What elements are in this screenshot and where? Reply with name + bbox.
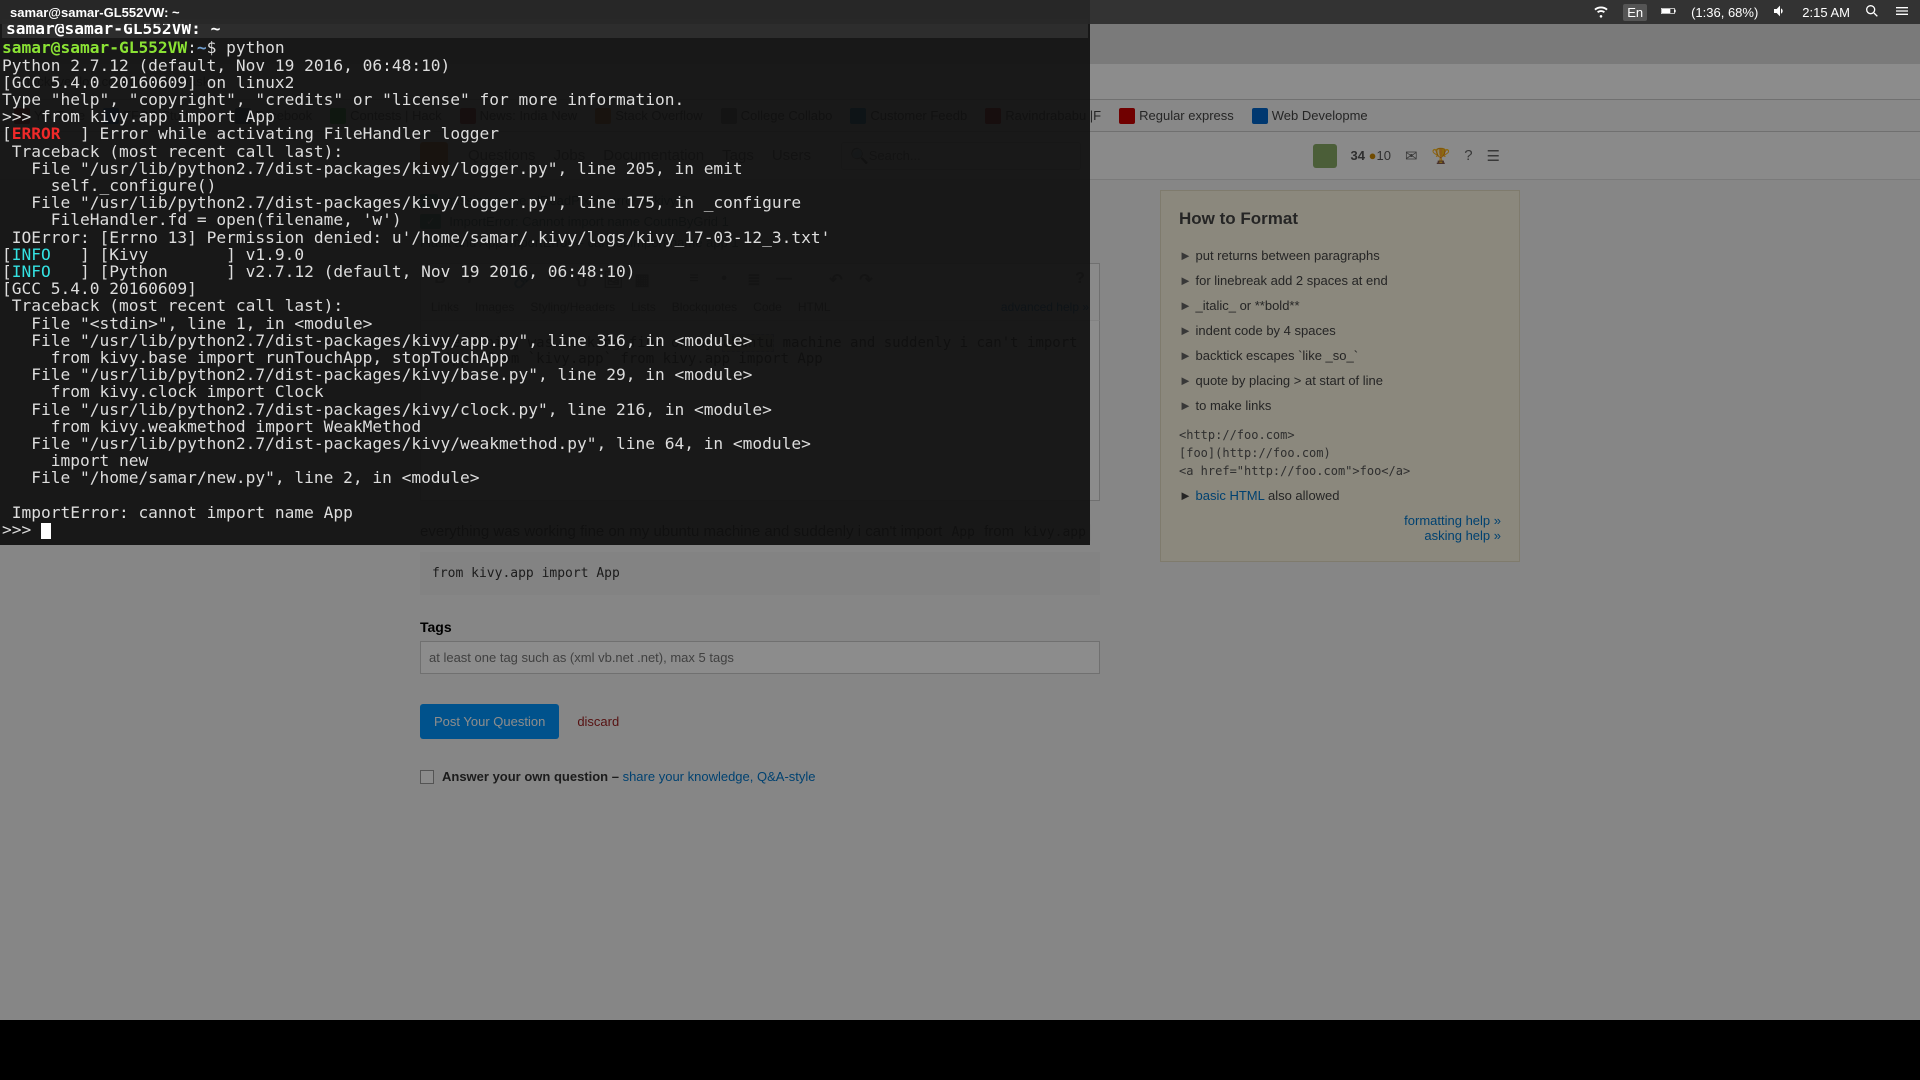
format-tip: backtick escapes `like _so_` xyxy=(1179,343,1501,368)
battery-text: (1:36, 68%) xyxy=(1691,5,1758,20)
tags-input[interactable] xyxy=(420,641,1100,674)
format-title: How to Format xyxy=(1179,209,1501,229)
answer-own-row: Answer your own question – share your kn… xyxy=(420,769,1100,784)
formatting-help-link[interactable]: formatting help » xyxy=(1179,513,1501,528)
bookmark-item[interactable]: Web Developme xyxy=(1252,108,1368,124)
post-question-button[interactable]: Post Your Question xyxy=(420,704,559,739)
spotlight-icon[interactable] xyxy=(1864,3,1880,22)
format-tip: to make links xyxy=(1179,393,1501,418)
asking-help-link[interactable]: asking help » xyxy=(1179,528,1501,543)
format-tip: _italic_ or **bold** xyxy=(1179,293,1501,318)
bookmark-item[interactable]: Regular express xyxy=(1119,108,1234,124)
lang-indicator[interactable]: En xyxy=(1623,4,1647,21)
volume-icon[interactable] xyxy=(1772,3,1788,22)
discard-link[interactable]: discard xyxy=(577,714,619,729)
answer-own-checkbox[interactable] xyxy=(420,770,434,784)
terminal-window[interactable]: samar@samar-GL552VW: ~samar@samar-GL552V… xyxy=(0,0,1090,545)
wifi-icon[interactable] xyxy=(1593,3,1609,22)
how-to-format-box: How to Format put returns between paragr… xyxy=(1160,190,1520,562)
terminal-cursor xyxy=(41,523,51,539)
basic-html-link[interactable]: basic HTML xyxy=(1195,488,1264,503)
footer-blackbar xyxy=(0,1020,1920,1080)
battery-icon[interactable] xyxy=(1661,3,1677,22)
menu-icon[interactable] xyxy=(1894,3,1910,22)
achievements-icon[interactable]: 🏆 xyxy=(1432,147,1451,165)
clock: 2:15 AM xyxy=(1802,5,1850,20)
mac-menubar: samar@samar-GL552VW: ~ En (1:36, 68%) 2:… xyxy=(0,0,1920,24)
window-title: samar@samar-GL552VW: ~ xyxy=(10,5,180,20)
code-block: from kivy.app import App xyxy=(420,552,1100,596)
reputation[interactable]: 34 ●10 xyxy=(1351,148,1391,163)
avatar-icon[interactable] xyxy=(1313,144,1337,168)
help-icon[interactable]: ? xyxy=(1464,147,1472,164)
format-tip: quote by placing > at start of line xyxy=(1179,368,1501,393)
format-tip: put returns between paragraphs xyxy=(1179,243,1501,268)
hamburger-icon[interactable]: ☰ xyxy=(1487,147,1500,165)
tags-label: Tags xyxy=(420,619,1100,635)
format-tip: for linebreak add 2 spaces at end xyxy=(1179,268,1501,293)
answer-own-link[interactable]: share your knowledge, Q&A-style xyxy=(623,769,816,784)
link-examples: <http://foo.com> [foo](http://foo.com) <… xyxy=(1179,426,1501,480)
format-tip: indent code by 4 spaces xyxy=(1179,318,1501,343)
inbox-icon[interactable]: ✉ xyxy=(1405,147,1418,165)
